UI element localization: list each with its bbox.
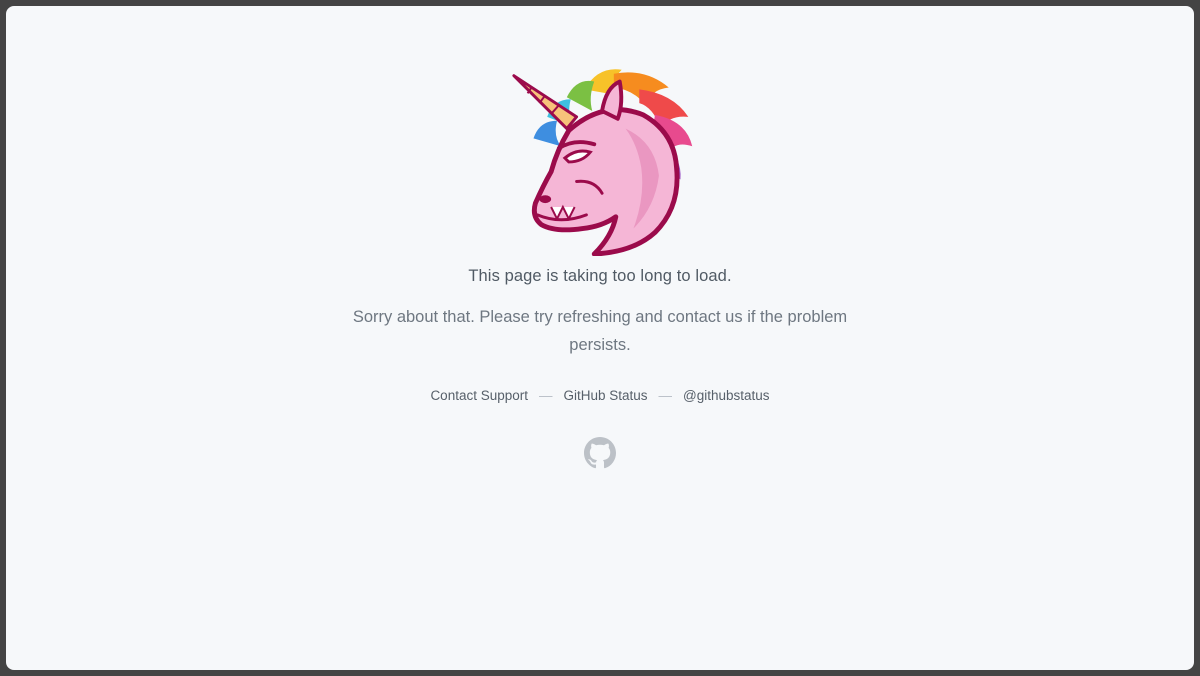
page-headline: This page is taking too long to load. [468, 267, 732, 285]
link-separator: — [539, 388, 553, 403]
github-octocat-icon[interactable] [584, 437, 616, 469]
error-message: Sorry about that. Please try refreshing … [352, 308, 848, 354]
footer-links: Contact Support — GitHub Status — @githubsta… [6, 388, 1194, 403]
link-separator: — [658, 388, 673, 403]
unicorn-icon [512, 69, 693, 256]
githubstatus-twitter-link[interactable]: @githubstatus [683, 388, 770, 403]
error-page: This page is taking too long to load. So… [6, 6, 1194, 670]
contact-support-link[interactable]: Contact Support [430, 388, 528, 403]
github-status-link[interactable]: GitHub Status [564, 388, 648, 403]
